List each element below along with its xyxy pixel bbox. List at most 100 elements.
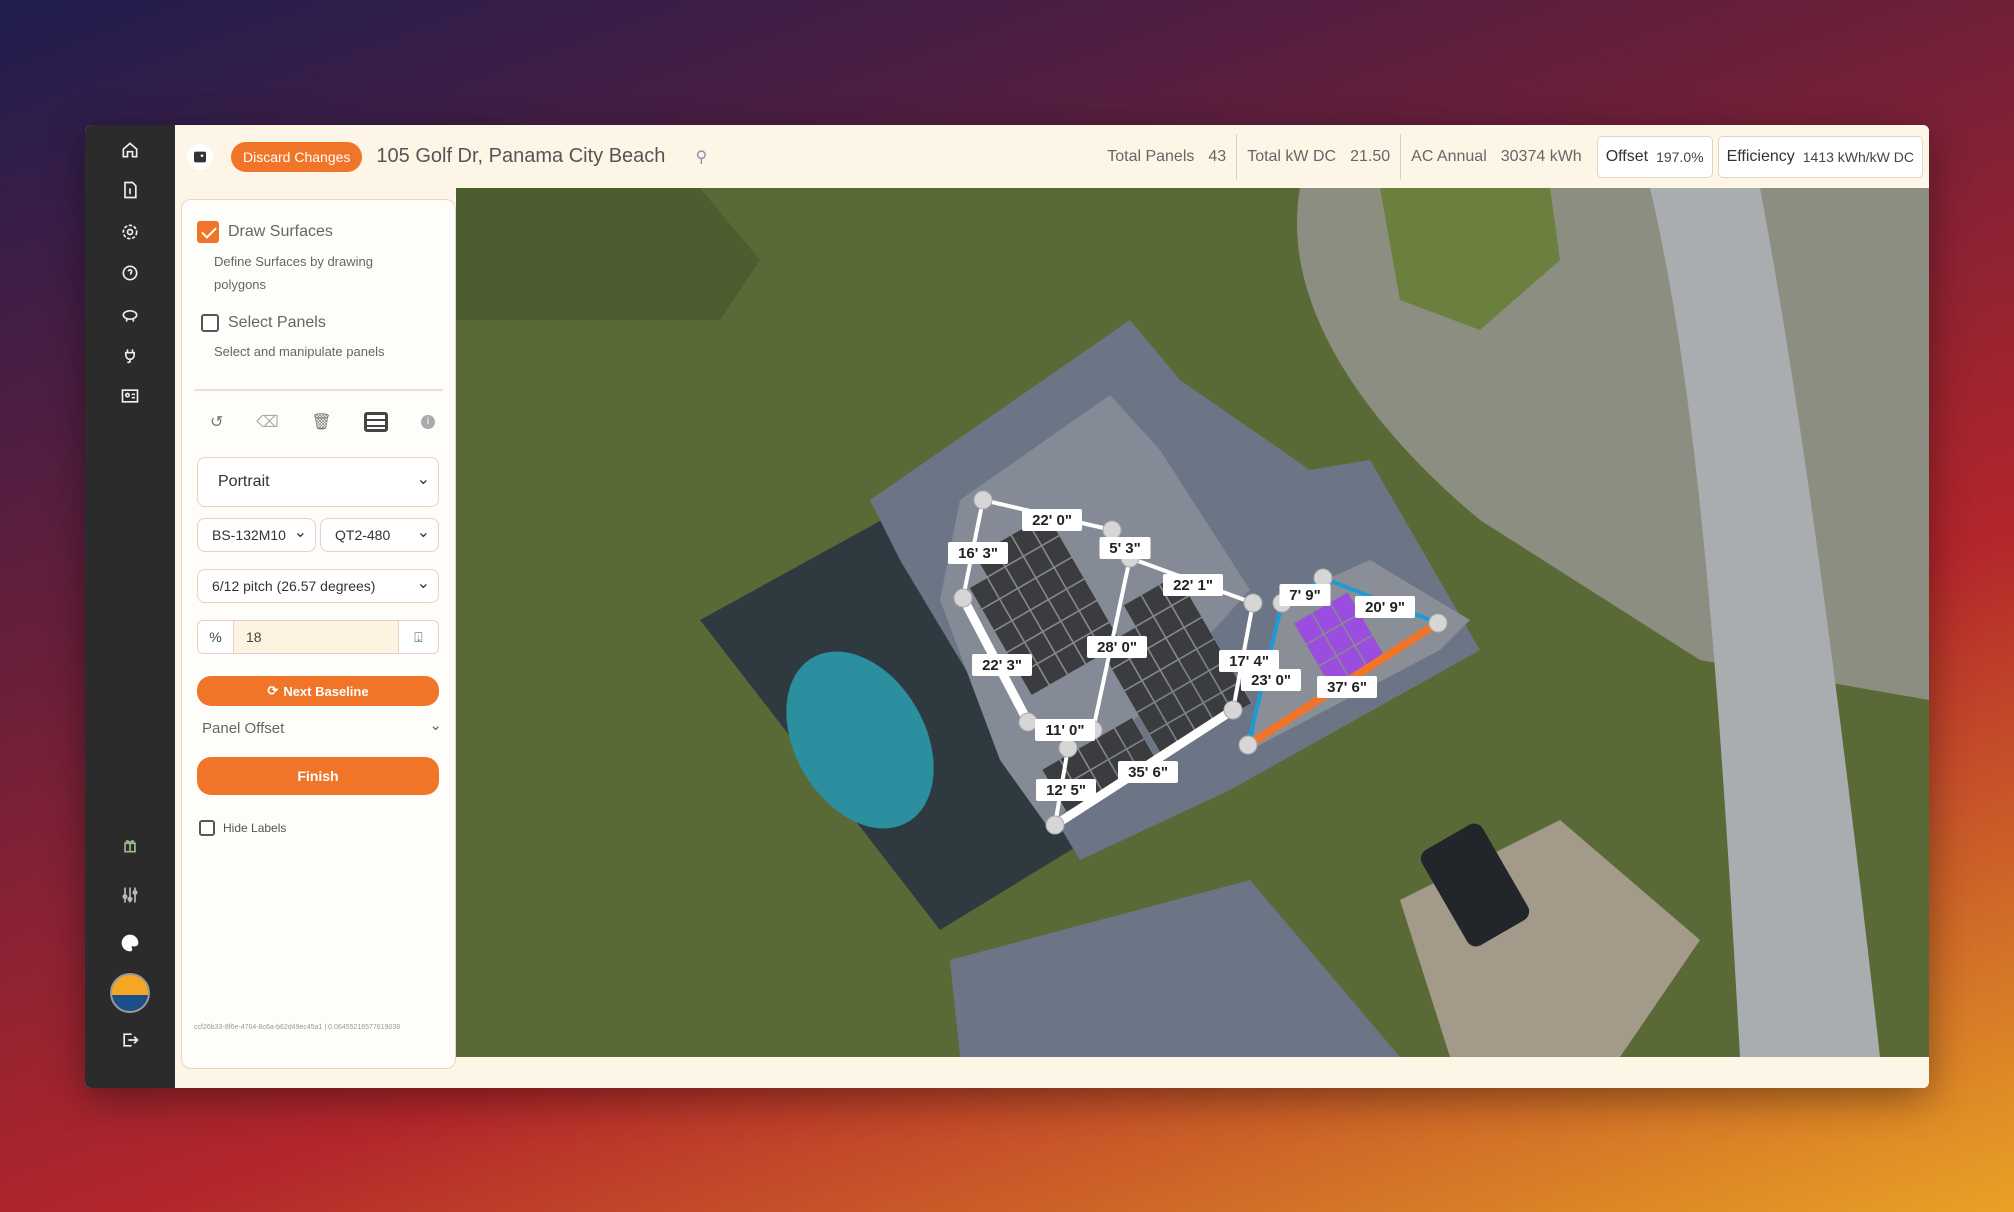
stat-label: AC Annual	[1411, 147, 1487, 165]
edge-length-label: 7' 9"	[1279, 584, 1331, 606]
edge-length-label: 20' 9"	[1355, 596, 1415, 618]
delete-all-icon[interactable]: 🗑	[311, 412, 331, 432]
label-text: 20' 9"	[1365, 599, 1405, 616]
logout-icon[interactable]	[115, 1025, 145, 1055]
save-percent-icon[interactable]: ⍗	[398, 621, 438, 653]
tool-panel: Draw Surfaces Define Surfaces by drawing…	[181, 199, 456, 1069]
edge-length-label: 16' 3"	[948, 542, 1008, 564]
app-window: Discard Changes 105 Golf Dr, Panama City…	[85, 125, 1929, 1088]
map-view-icon[interactable]	[187, 143, 213, 170]
discard-changes-button[interactable]: Discard Changes	[231, 141, 363, 172]
vertex-handle[interactable]	[953, 588, 973, 608]
settings-icon[interactable]	[115, 217, 145, 247]
edge-length-label: 22' 3"	[972, 654, 1032, 676]
satellite-map[interactable]: 22' 0" 16' 3" 5' 3" 22' 1" 28' 0" 22' 3" 11' 0…	[456, 188, 1929, 1057]
stat-label: Total Panels	[1107, 147, 1195, 165]
label-text: 17' 4"	[1229, 653, 1269, 670]
draw-surfaces-label: Draw Surfaces	[228, 223, 333, 240]
session-id-text: ccf26b33-8f6e-4704-8c6a-b62d49ec45a1 | 0…	[194, 1024, 401, 1031]
edge-length-label: 5' 3"	[1099, 537, 1151, 559]
edge-length-label: 37' 6"	[1317, 676, 1377, 698]
help-icon[interactable]	[115, 258, 145, 288]
label-text: 35' 6"	[1128, 764, 1168, 781]
edge-length-label: 12' 5"	[1036, 779, 1096, 801]
stat-value: 43	[1208, 147, 1227, 165]
offset-label: Offset	[1605, 147, 1649, 165]
panel-offset-label: Panel Offset	[202, 720, 285, 737]
chevron-down-icon: ⌄	[429, 717, 442, 734]
vertex-handle[interactable]	[1018, 712, 1038, 732]
gift-icon[interactable]	[115, 830, 145, 860]
sliders-icon[interactable]	[115, 880, 145, 910]
erase-icon[interactable]: ⌫	[256, 412, 279, 432]
select-panels-checkbox[interactable]	[201, 314, 219, 332]
module-select[interactable]: BS-132M10	[197, 518, 316, 552]
label-text: 23' 0"	[1251, 672, 1291, 689]
vertex-handle[interactable]	[1428, 613, 1448, 633]
percent-input-group: % 18 ⍗	[197, 620, 439, 654]
vertex-handle[interactable]	[1238, 735, 1258, 755]
pitch-select[interactable]: 6/12 pitch (26.57 degrees)	[197, 569, 439, 603]
vertex-handle[interactable]	[1223, 700, 1243, 720]
percent-symbol: %	[198, 621, 234, 653]
edge-length-label: 35' 6"	[1118, 761, 1178, 783]
panel-offset-toggle[interactable]: Panel Offset ⌄	[202, 717, 442, 737]
contact-card-icon[interactable]	[115, 381, 145, 411]
street-view-icon[interactable]: ⚲	[695, 147, 707, 167]
palette-icon[interactable]	[115, 928, 145, 958]
address-title: 105 Golf Dr, Panama City Beach	[376, 145, 666, 167]
aerial-imagery	[456, 188, 1929, 1057]
refresh-icon: ⟳	[267, 683, 279, 698]
header: Discard Changes 105 Golf Dr, Panama City…	[175, 125, 1929, 188]
edge-length-label: 17' 4"	[1219, 650, 1279, 672]
stats-bar: Total Panels 43 Total kW DC 21.50 AC Annua…	[1097, 125, 1923, 188]
label-text: 16' 3"	[958, 545, 998, 562]
vertex-handle[interactable]	[1102, 520, 1122, 540]
stat-value: 30374 kWh	[1500, 147, 1582, 165]
edge-length-label: 22' 1"	[1163, 574, 1223, 596]
label-text: 22' 3"	[982, 657, 1022, 674]
edge-length-label: 11' 0"	[1035, 719, 1095, 741]
vertex-handle[interactable]	[973, 490, 993, 510]
label-text: 37' 6"	[1327, 679, 1367, 696]
label-text: 5' 3"	[1109, 540, 1141, 557]
stat-label: Total kW DC	[1247, 147, 1337, 165]
label-text: 22' 0"	[1032, 512, 1072, 529]
label-text: 28' 0"	[1097, 639, 1137, 656]
info-icon[interactable]: i	[420, 415, 435, 429]
vertex-handle[interactable]	[1045, 815, 1065, 835]
stat-value: 21.50	[1350, 147, 1391, 165]
select-panels-label: Select Panels	[228, 314, 326, 331]
savings-icon[interactable]	[115, 300, 145, 330]
next-baseline-button[interactable]: ⟳ Next Baseline	[197, 676, 439, 706]
label-text: 7' 9"	[1289, 587, 1321, 604]
draw-surfaces-checkbox[interactable]	[197, 221, 219, 243]
undo-icon[interactable]: ↺	[210, 412, 223, 432]
plug-icon[interactable]	[115, 341, 145, 371]
efficiency-badge: Efficiency 1413 kWh/kW DC	[1717, 135, 1923, 178]
list-view-icon[interactable]	[364, 412, 389, 432]
efficiency-label: Efficiency	[1726, 147, 1795, 165]
edge-length-label: 22' 0"	[1022, 509, 1082, 531]
invoice-icon[interactable]	[115, 175, 145, 205]
company-logo[interactable]	[110, 973, 150, 1013]
home-icon[interactable]	[115, 135, 145, 165]
divider	[194, 389, 443, 391]
stat-ac-annual: AC Annual 30374 kWh	[1401, 134, 1592, 180]
vertex-handle[interactable]	[1058, 738, 1078, 758]
draw-surfaces-desc: Define Surfaces by drawing polygons	[214, 254, 373, 292]
hide-labels-checkbox[interactable]	[199, 820, 215, 836]
finish-button[interactable]: Finish	[197, 757, 439, 795]
edge-length-label: 28' 0"	[1087, 636, 1147, 658]
stat-total-panels: Total Panels 43	[1097, 133, 1238, 180]
label-text: 11' 0"	[1045, 722, 1084, 739]
offset-value: 197.0%	[1656, 148, 1704, 165]
select-panels-desc: Select and manipulate panels	[214, 344, 385, 359]
percent-input[interactable]: 18	[234, 621, 398, 653]
sidebar	[85, 125, 175, 1088]
label-text: 12' 5"	[1046, 782, 1086, 799]
orientation-select[interactable]: Portrait	[197, 457, 439, 507]
map-canvas[interactable]: 22' 0" 16' 3" 5' 3" 22' 1" 28' 0" 22' 3" 11' 0…	[456, 188, 1929, 1057]
inverter-select[interactable]: QT2-480	[320, 518, 439, 552]
vertex-handle[interactable]	[1243, 593, 1263, 613]
